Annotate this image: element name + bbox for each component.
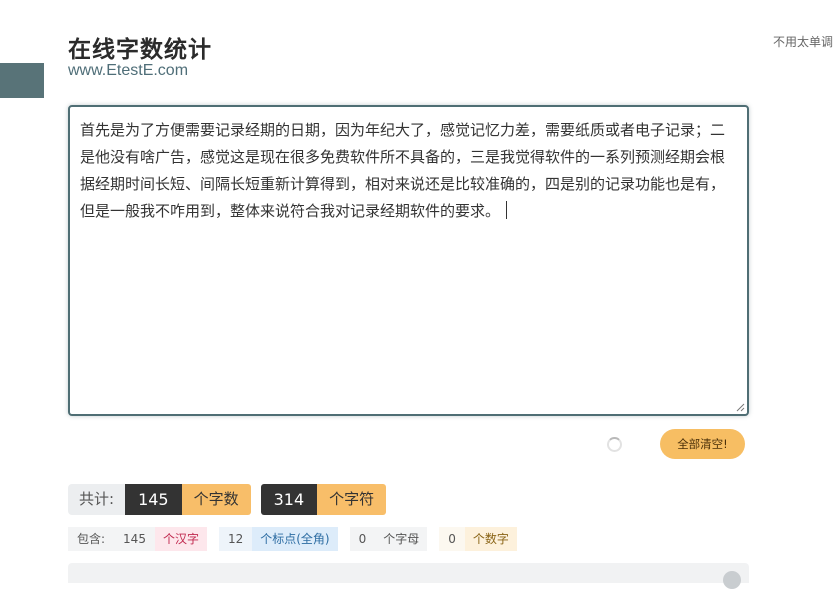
letter-label: 个字母 (375, 527, 428, 551)
settings-icon[interactable] (723, 571, 741, 589)
char-count-value: 314 (260, 484, 318, 515)
contain-label: 包含: (68, 527, 115, 551)
editor-text: 首先是为了方便需要记录经期的日期，因为年纪大了，感觉记忆力差，需要纸质或者电子记… (80, 121, 726, 220)
total-label: 共计: (68, 484, 126, 515)
digit-label: 个数字 (464, 527, 517, 551)
digit-count-badge: 0 个数字 (439, 527, 517, 551)
han-count: 145 (114, 527, 155, 551)
page-title: 在线字数统计 (68, 37, 212, 63)
clear-all-button[interactable]: 全部清空! (660, 429, 745, 459)
han-count-badge: 145 个汉字 (114, 527, 207, 551)
word-count-unit: 个字数 (181, 484, 251, 515)
digit-count: 0 (439, 527, 465, 551)
breakdown-row: 包含: 145 个汉字 12 个标点(全角) 0 个字母 0 个数字 (68, 527, 529, 551)
punct-label: 个标点(全角) (252, 527, 338, 551)
punct-count-badge: 12 个标点(全角) (218, 527, 338, 551)
han-label: 个汉字 (154, 527, 207, 551)
letter-count: 0 (349, 527, 376, 551)
side-tab[interactable] (0, 63, 44, 98)
loading-spinner-icon (607, 437, 622, 452)
top-right-text[interactable]: 不用太单调 (773, 33, 833, 50)
word-count-value: 145 (125, 484, 182, 515)
stats-summary: 共计: 145 个字数 314 个字符 (68, 484, 387, 515)
text-input-area[interactable]: 首先是为了方便需要记录经期的日期，因为年纪大了，感觉记忆力差，需要纸质或者电子记… (68, 105, 749, 416)
text-caret (506, 201, 508, 219)
resize-handle-icon[interactable] (736, 403, 745, 412)
bottom-panel (68, 563, 749, 583)
punct-count: 12 (218, 527, 253, 551)
char-count-unit: 个字符 (317, 484, 387, 515)
site-url[interactable]: www.EtestE.com (68, 62, 188, 80)
letter-count-badge: 0 个字母 (349, 527, 428, 551)
